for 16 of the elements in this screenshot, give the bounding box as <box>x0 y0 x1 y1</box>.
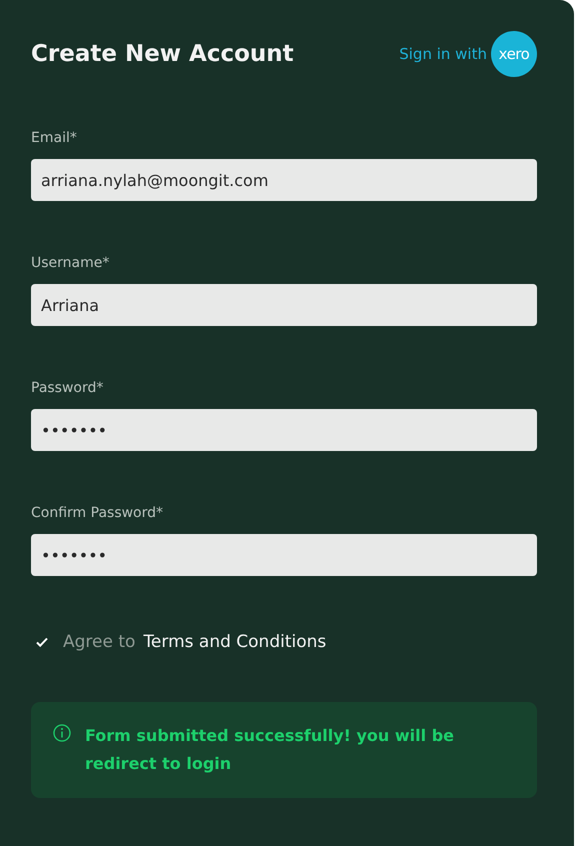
field-label: Email* <box>31 130 78 146</box>
input-field[interactable]: Arriana <box>31 284 537 326</box>
sign-in-link[interactable]: Sign in with xero <box>399 31 537 77</box>
input-field[interactable]: arriana.nylah@moongit.com <box>31 159 537 201</box>
input-field[interactable]: ••••••• <box>31 534 537 576</box>
checkbox[interactable] <box>35 635 49 649</box>
field-label: Password* <box>31 380 104 396</box>
form-title: Create New Account <box>31 41 294 67</box>
input-field[interactable]: ••••••• <box>31 409 537 451</box>
alert-message: Form submitted successfully! you will be redirect to login <box>85 725 455 775</box>
agree-label: Agree to <box>63 632 136 652</box>
terms-link[interactable]: Terms and Conditions <box>143 632 326 652</box>
info-icon <box>53 724 71 742</box>
field-label: Username* <box>31 255 110 271</box>
logo-badge: xero <box>491 31 537 77</box>
field-label: Confirm Password* <box>31 505 164 521</box>
